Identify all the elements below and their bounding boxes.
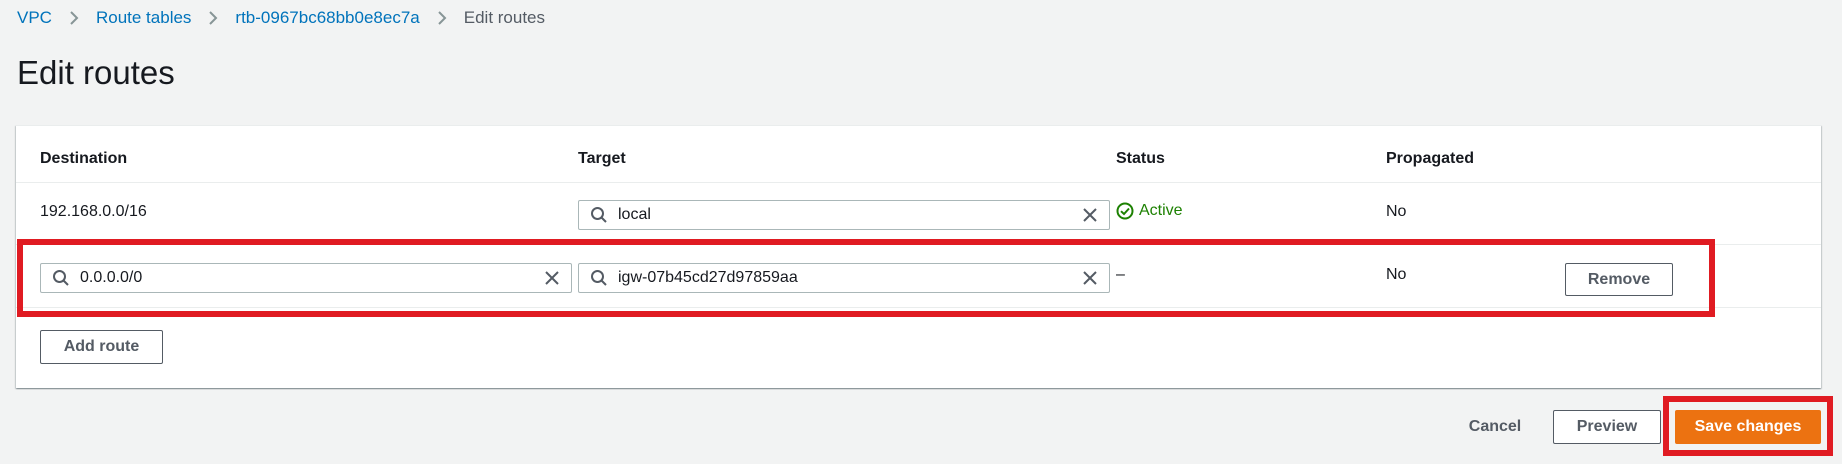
breadcrumb-vpc-link[interactable]: VPC <box>17 8 52 28</box>
target-input-local[interactable] <box>578 200 1110 230</box>
remove-route-button[interactable]: Remove <box>1565 263 1673 296</box>
breadcrumb: VPC Route tables rtb-0967bc68bb0e8ec7a E… <box>17 8 545 28</box>
save-changes-button[interactable]: Save changes <box>1675 410 1821 444</box>
breadcrumb-current: Edit routes <box>463 8 546 27</box>
row-divider <box>16 307 1821 308</box>
propagated-value: No <box>1386 203 1407 220</box>
propagated-value: No <box>1386 266 1407 283</box>
target-field[interactable] <box>618 206 1081 224</box>
search-icon <box>591 207 607 223</box>
check-circle-icon <box>1116 202 1134 220</box>
column-header-propagated: Propagated <box>1386 150 1475 167</box>
preview-button[interactable]: Preview <box>1553 410 1661 444</box>
status-badge: Active <box>1116 202 1183 220</box>
target-input-igw[interactable] <box>578 263 1110 293</box>
page-title: Edit routes <box>17 54 175 91</box>
close-icon[interactable] <box>543 269 561 287</box>
search-icon <box>53 270 69 286</box>
close-icon[interactable] <box>1081 269 1099 287</box>
header-divider <box>16 182 1821 183</box>
status-value: – <box>1116 266 1125 283</box>
chevron-right-icon <box>438 11 447 25</box>
column-header-target: Target <box>578 150 626 167</box>
add-route-button[interactable]: Add route <box>40 330 163 364</box>
routes-panel: Destination Target Status Propagated 192… <box>16 125 1821 388</box>
close-icon[interactable] <box>1081 206 1099 224</box>
chevron-right-icon <box>70 11 79 25</box>
destination-field[interactable] <box>80 269 543 287</box>
search-icon <box>591 270 607 286</box>
breadcrumb-route-tables-link[interactable]: Route tables <box>96 8 191 28</box>
breadcrumb-route-table-id-link[interactable]: rtb-0967bc68bb0e8ec7a <box>235 8 419 28</box>
status-text: Active <box>1139 202 1183 219</box>
target-field[interactable] <box>618 269 1081 287</box>
column-header-status: Status <box>1116 150 1165 167</box>
cancel-button[interactable]: Cancel <box>1450 410 1540 444</box>
row-divider <box>16 244 1821 245</box>
destination-static-value: 192.168.0.0/16 <box>40 203 147 220</box>
chevron-right-icon <box>209 11 218 25</box>
destination-input[interactable] <box>40 263 572 293</box>
column-header-destination: Destination <box>40 150 128 167</box>
